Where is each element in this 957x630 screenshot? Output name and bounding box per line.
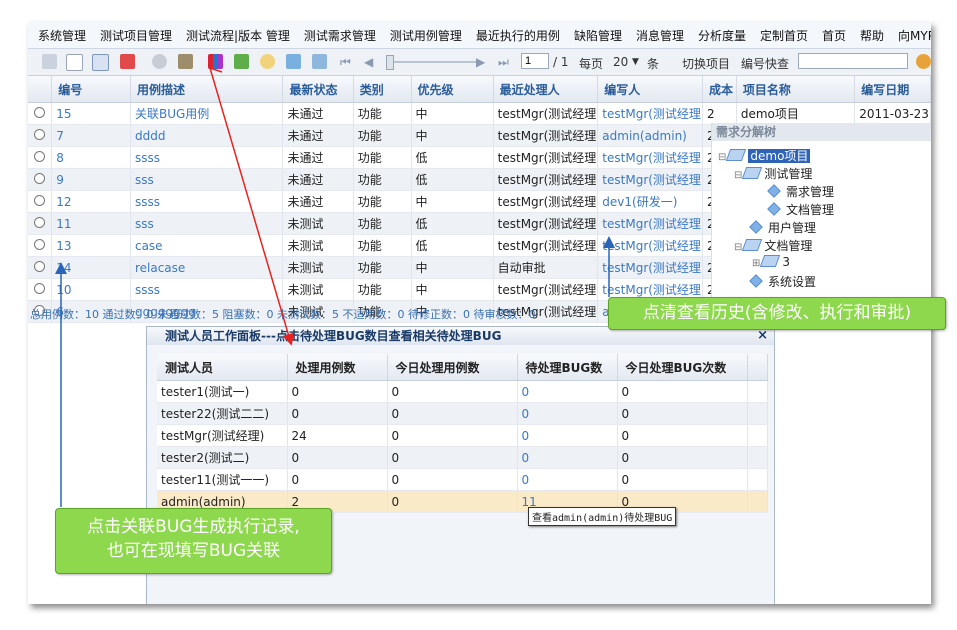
- annotation-arrows: [55, 67, 615, 507]
- arrow-to-panel: [209, 67, 295, 346]
- arrow-tail: [209, 67, 223, 73]
